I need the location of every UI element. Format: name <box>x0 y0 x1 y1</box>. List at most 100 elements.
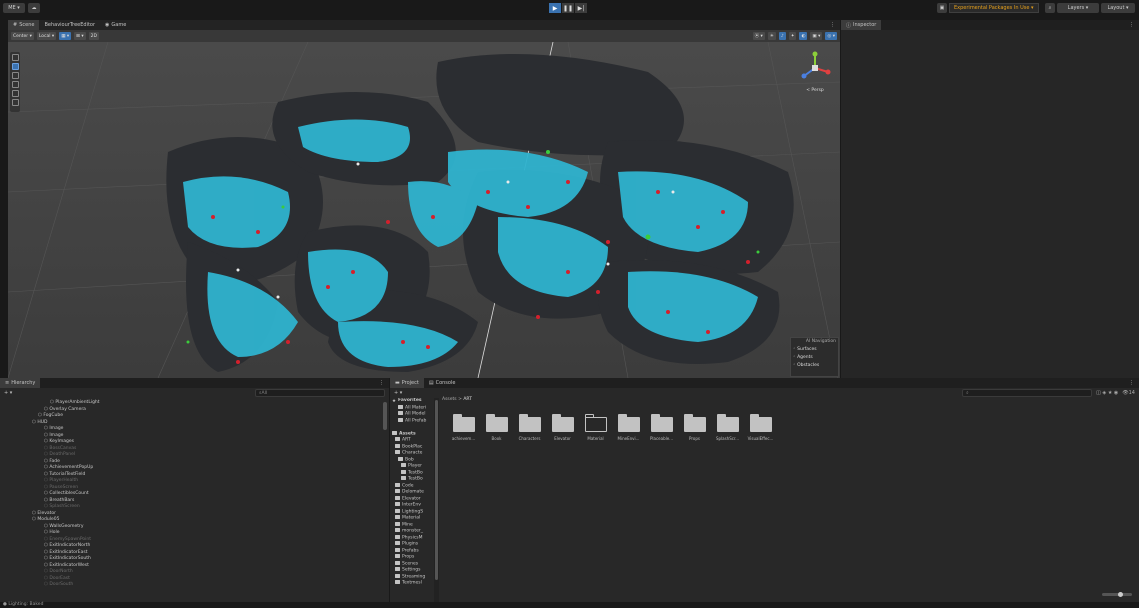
tab-project[interactable]: ▬ Project <box>390 378 424 388</box>
asset-folder-label: SplashScr... <box>715 436 740 441</box>
gizmos-dropdown[interactable]: ◎ ▾ <box>825 32 837 40</box>
cloud-icon[interactable]: ☁ <box>28 3 40 13</box>
rotate-tool-icon[interactable] <box>11 72 19 79</box>
move-tool-icon[interactable] <box>11 63 19 70</box>
step-button[interactable]: ▶| <box>575 3 587 13</box>
transform-tools <box>10 52 20 112</box>
project-folder-tree[interactable]: ★ Favorites All Materi All Model All Prefab A… <box>390 398 434 602</box>
scale-tool-icon[interactable] <box>11 81 19 88</box>
rect-tool-icon[interactable] <box>11 90 19 97</box>
asset-folder[interactable]: MineEnvi... <box>612 414 645 441</box>
folder-tree-item[interactable]: Textmesl <box>390 580 434 587</box>
asset-folder-label: achievem... <box>451 436 476 441</box>
fx-toggle[interactable]: ✦ <box>788 32 797 40</box>
zoom-slider[interactable] <box>1102 592 1132 597</box>
asset-folder[interactable]: Props <box>678 414 711 441</box>
scene-icon: # <box>13 22 18 28</box>
folder-icon <box>392 430 397 435</box>
asset-folder[interactable]: Book <box>480 414 513 441</box>
pause-button[interactable]: ❚❚ <box>562 3 574 13</box>
add-icon[interactable]: + ▾ <box>4 390 12 396</box>
info-icon: ⓘ <box>846 22 852 29</box>
draw-mode-dropdown[interactable]: ⦿ ▾ <box>752 32 765 40</box>
folder-icon <box>395 489 400 493</box>
asset-folder[interactable]: VisualEffec... <box>744 414 777 441</box>
tab-hierarchy[interactable]: ≡ Hierarchy <box>0 378 41 388</box>
more-icon[interactable]: ⋮ <box>825 20 840 30</box>
projection-label[interactable]: < Persp <box>795 88 835 93</box>
ai-nav-surfaces-item[interactable]: ◦ Surfaces <box>793 347 836 352</box>
folder-icon <box>749 414 772 432</box>
gamepad-icon: ◉ <box>105 22 110 28</box>
folder-icon <box>395 554 400 558</box>
hand-tool-icon[interactable] <box>11 54 19 61</box>
folder-icon <box>395 502 400 506</box>
asset-folder[interactable]: achievem... <box>447 414 480 441</box>
scene-render <box>8 42 840 378</box>
hierarchy-item[interactable]: ⬡ DoorSouth <box>0 582 355 589</box>
asset-folder-label: Material <box>587 436 604 441</box>
search-icon[interactable]: ⌕ <box>1045 3 1055 13</box>
create-icon[interactable]: + ▾ <box>394 390 402 396</box>
breadcrumb-assets[interactable]: Assets <box>442 397 457 402</box>
asset-folder[interactable]: Placeable... <box>645 414 678 441</box>
view-2d-button[interactable]: 2D <box>88 32 99 40</box>
grid-snap-button[interactable]: ▦ ▾ <box>59 32 72 40</box>
transform-tool-icon[interactable] <box>11 99 19 106</box>
folder-icon <box>395 508 400 513</box>
inspector-menu-icon[interactable]: ⋮ <box>1124 20 1139 30</box>
asset-folder-label: Book <box>491 436 502 441</box>
zoom-slider-handle[interactable] <box>1118 592 1123 597</box>
play-controls: ▶ ❚❚ ▶| <box>549 3 587 13</box>
light-toggle[interactable]: ☀ <box>767 32 776 40</box>
play-button[interactable]: ▶ <box>549 3 561 13</box>
tree-scrollbar[interactable] <box>434 398 439 602</box>
tab-inspector[interactable]: ⓘ Inspector <box>841 20 882 30</box>
space-dropdown[interactable]: Local ▾ <box>36 32 57 40</box>
asset-folder[interactable]: Material <box>579 414 612 441</box>
breadcrumb-art[interactable]: ART <box>463 397 472 402</box>
camera-settings[interactable]: ▣ ▾ <box>810 32 823 40</box>
project-panel: ▬ Project ▤ Console ⋮ + ▾ ⌕ ◫ ◈ ★ ◉ 👁14 ★ F… <box>390 378 1139 602</box>
asset-folder[interactable]: SplashScr... <box>711 414 744 441</box>
folder-icon <box>395 567 400 571</box>
hierarchy-menu-icon[interactable]: ⋮ <box>374 378 389 388</box>
ai-navigation-overlay: AI Navigation ◦ Surfaces ◦ Agents ◦ Obst… <box>790 337 839 377</box>
folder-icon <box>452 414 475 432</box>
pivot-dropdown[interactable]: Center ▾ <box>11 32 34 40</box>
asset-folder[interactable]: Elevator <box>546 414 579 441</box>
package-icon[interactable]: ▣ <box>937 3 947 13</box>
folder-icon: ▬ <box>395 380 400 386</box>
hierarchy-search-input[interactable]: ⌕ All <box>255 389 385 397</box>
hidden-objects-toggle[interactable]: ◐ <box>799 32 808 40</box>
project-menu-icon[interactable]: ⋮ <box>1124 378 1139 388</box>
layers-dropdown[interactable]: Layers ▾ <box>1057 3 1099 13</box>
scene-viewport[interactable] <box>8 42 840 378</box>
ai-nav-agents-item[interactable]: ◦ Agents <box>793 355 836 360</box>
asset-grid: achievem... Book Characters Elevator Materia… <box>447 414 777 441</box>
experimental-packages-button[interactable]: Experimental Packages In Use ▾ <box>949 3 1039 13</box>
hierarchy-scrollbar[interactable] <box>383 402 387 430</box>
orientation-gizmo[interactable]: < Persp <box>795 50 835 98</box>
project-search-input[interactable]: ⌕ <box>962 389 1093 397</box>
folder-icon <box>551 414 574 432</box>
tab-scene[interactable]: # Scene <box>8 20 40 30</box>
hierarchy-list[interactable]: ⬡ PlayerAmbientLight ⬡ Overlay Camera ⬡ Fo… <box>0 398 389 589</box>
asset-folder-label: Elevator <box>554 436 571 441</box>
layout-dropdown[interactable]: Layout ▾ <box>1101 3 1135 13</box>
folder-icon <box>395 560 400 565</box>
audio-toggle[interactable]: ♪ <box>778 32 786 40</box>
tab-game[interactable]: ◉ Game <box>100 20 131 30</box>
folder-icon <box>395 437 400 441</box>
main-toolbar: ME ▾ ☁ ▶ ❚❚ ▶| ▣ Experimental Packages I… <box>0 0 1139 18</box>
folder-icon <box>401 476 406 480</box>
asset-folder-label: Characters <box>518 436 541 441</box>
tab-console[interactable]: ▤ Console <box>424 378 461 388</box>
folder-icon <box>395 580 400 584</box>
filter-icons[interactable]: ◫ ◈ ★ ◉ <box>1096 390 1118 396</box>
account-dropdown[interactable]: ME ▾ <box>3 3 25 13</box>
snap-increment-button[interactable]: ⊞ ▾ <box>74 32 86 40</box>
asset-folder[interactable]: Characters <box>513 414 546 441</box>
tab-behaviour-tree-editor[interactable]: BehaviourTreeEditor <box>39 20 100 30</box>
ai-nav-obstacles-item[interactable]: ◦ Obstacles <box>793 363 836 368</box>
